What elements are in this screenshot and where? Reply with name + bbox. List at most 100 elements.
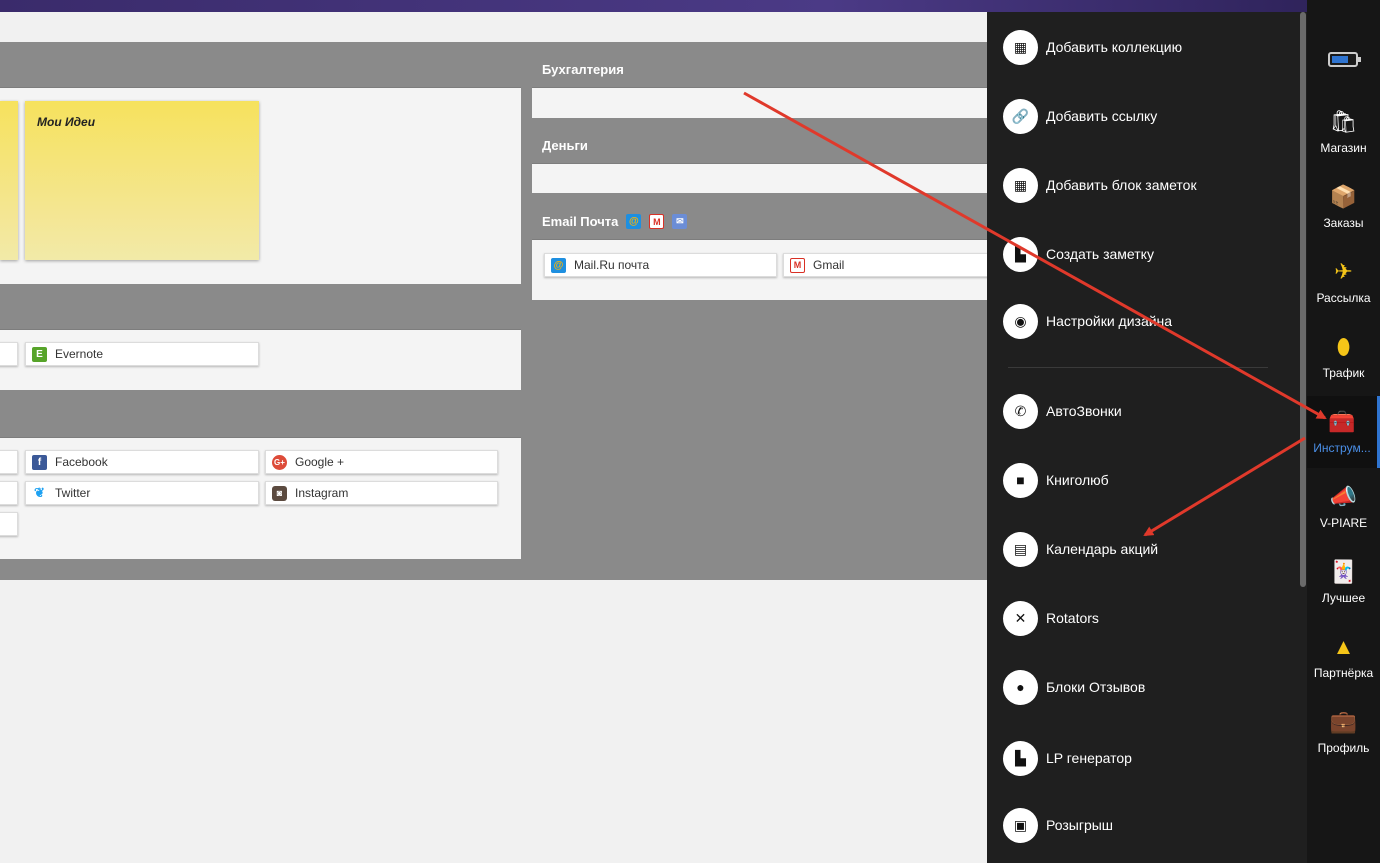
menu-item-design-settings[interactable]: ◉ Настройки дизайна [987, 299, 1292, 343]
panel-title: Бухгалтерия [542, 62, 624, 77]
link-gmail[interactable]: M Gmail [783, 253, 993, 277]
link-facebook[interactable]: f Facebook [25, 450, 259, 474]
social-panel: f Facebook G+ Google + ❦ Twitter ◙ Insta… [0, 402, 521, 559]
notes-panel: Мои Идеи [0, 52, 521, 284]
rail-item-label: Инструм... [1313, 441, 1371, 455]
rail-item-label: V-PIARE [1319, 516, 1368, 530]
calendar-icon: ▤ [1003, 531, 1038, 567]
menu-item-add-collection[interactable]: ▦ Добавить коллекцию [987, 25, 1292, 69]
grid-icon: ▦ [1003, 167, 1038, 203]
menu-item-knigolyub[interactable]: ■ Книголюб [987, 458, 1292, 502]
rail-item-label: Партнёрка [1313, 666, 1374, 680]
cards-icon: 🃏 [1329, 559, 1358, 584]
menu-divider [1008, 367, 1268, 368]
menu-item-label: Розыгрыш [1046, 817, 1114, 833]
notes-panel-header [0, 52, 521, 88]
menu-item-lp-generator[interactable]: ▙ LP генератор [987, 736, 1292, 780]
rail-item-best[interactable]: 🃏 Лучшее [1307, 546, 1380, 618]
briefcase-icon: 💼 [1329, 709, 1358, 734]
evernote-icon: E [32, 346, 47, 362]
gmail-icon[interactable]: M [649, 214, 665, 229]
services-panel: E Evernote [0, 294, 521, 390]
top-bar [0, 0, 1380, 12]
menu-item-label: Добавить коллекцию [1046, 39, 1183, 55]
gmail-icon: M [790, 257, 805, 273]
rail-item-label: Магазин [1320, 141, 1367, 155]
rail-item-traffic[interactable]: ⬮ Трафик [1307, 321, 1380, 393]
link-icon: 🔗 [1003, 98, 1038, 134]
rail-item-label: Лучшее [1321, 591, 1366, 605]
pyramid-icon: ▲ [1332, 634, 1355, 659]
menu-item-autocalls[interactable]: ✆ АвтоЗвонки [987, 389, 1292, 433]
google-plus-icon: G+ [272, 454, 287, 470]
battery-icon[interactable] [1328, 52, 1361, 67]
gift-icon: ▣ [1003, 807, 1038, 843]
rail-item-mailing[interactable]: ✈ Рассылка [1307, 246, 1380, 318]
link-google-plus[interactable]: G+ Google + [265, 450, 498, 474]
rail-item-label: Заказы [1323, 216, 1364, 230]
dengi-panel: Деньги [532, 128, 990, 193]
dengi-panel-header: Деньги [532, 128, 990, 164]
menu-item-label: Добавить блок заметок [1046, 177, 1197, 193]
envelope-icon[interactable]: ✉ [672, 214, 688, 229]
rail-item-shop[interactable]: 🛍 Магазин [1307, 96, 1380, 168]
menu-item-create-note[interactable]: ▙ Создать заметку [987, 232, 1292, 276]
rail-item-vpiare[interactable]: 📣 V-PIARE [1307, 471, 1380, 543]
rail-item-partner[interactable]: ▲ Партнёрка [1307, 621, 1380, 693]
menu-item-add-notes-block[interactable]: ▦ Добавить блок заметок [987, 163, 1292, 207]
expand-icon: ✕ [1003, 600, 1038, 636]
link-mailru[interactable]: @ Mail.Ru почта [544, 253, 777, 277]
paper-plane-icon: ✈ [1334, 259, 1353, 284]
sticky-note-title: Мои Идеи [37, 115, 96, 129]
menu-item-promo-calendar[interactable]: ▤ Календарь акций [987, 527, 1292, 571]
mailru-icon[interactable]: @ [626, 214, 642, 229]
menu-item-label: LP генератор [1046, 750, 1132, 766]
link-partial[interactable] [0, 512, 18, 536]
menu-item-giveaway[interactable]: ▣ Розыгрыш [987, 803, 1292, 847]
link-twitter[interactable]: ❦ Twitter [25, 481, 259, 505]
menu-item-label: АвтоЗвонки [1046, 403, 1122, 419]
instagram-icon: ◙ [272, 485, 287, 501]
panel-title: Деньги [542, 138, 588, 153]
email-panel-header: Email Почта @ M ✉ [532, 204, 990, 240]
comment-icon: ● [1003, 669, 1038, 705]
menu-item-label: Блоки Отзывов [1046, 679, 1146, 695]
sticky-note-partial[interactable] [0, 101, 18, 260]
rail-item-orders[interactable]: 📦 Заказы [1307, 171, 1380, 243]
link-label: Instagram [295, 486, 349, 500]
link-label: Google + [295, 455, 345, 469]
link-partial[interactable] [0, 481, 18, 505]
rail-item-label: Профиль [1317, 741, 1370, 755]
toolbox-icon: 🧰 [1328, 409, 1356, 434]
menu-item-label: Rotators [1046, 610, 1099, 626]
social-panel-header [0, 402, 521, 438]
sticky-note[interactable]: Мои Идеи [25, 101, 259, 260]
shopping-bag-icon: 🛍 [1329, 109, 1358, 134]
twitter-icon: ❦ [32, 485, 47, 501]
menu-item-label: Настройки дизайна [1046, 313, 1173, 329]
mouse-icon: ⬮ [1336, 334, 1351, 359]
megaphone-icon: 📣 [1329, 484, 1358, 509]
menu-item-reviews[interactable]: ● Блоки Отзывов [987, 665, 1292, 709]
link-label: Twitter [55, 486, 91, 500]
file-icon: ▙ [1003, 236, 1038, 272]
rail-item-label: Трафик [1322, 366, 1365, 380]
rail-item-profile[interactable]: 💼 Профиль [1307, 696, 1380, 768]
link-label: Mail.Ru почта [574, 258, 650, 272]
link-partial[interactable] [0, 450, 18, 474]
link-label: Gmail [813, 258, 845, 272]
link-label: Evernote [55, 347, 104, 361]
grid-icon: ▦ [1003, 29, 1038, 65]
services-panel-header [0, 294, 521, 330]
buhgalteria-panel: Бухгалтерия [532, 52, 990, 118]
mailru-icon: @ [551, 257, 566, 273]
menu-scrollbar[interactable] [1300, 12, 1306, 587]
link-evernote[interactable]: E Evernote [25, 342, 259, 366]
menu-item-rotators[interactable]: ✕ Rotators [987, 596, 1292, 640]
rail-item-tools[interactable]: 🧰 Инструм... [1307, 396, 1380, 468]
link-instagram[interactable]: ◙ Instagram [265, 481, 498, 505]
menu-item-add-link[interactable]: 🔗 Добавить ссылку [987, 94, 1292, 138]
link-partial[interactable] [0, 342, 18, 366]
video-camera-icon: ■ [1003, 462, 1038, 498]
email-panel: Email Почта @ M ✉ @ Mail.Ru почта M Gmai… [532, 204, 993, 300]
